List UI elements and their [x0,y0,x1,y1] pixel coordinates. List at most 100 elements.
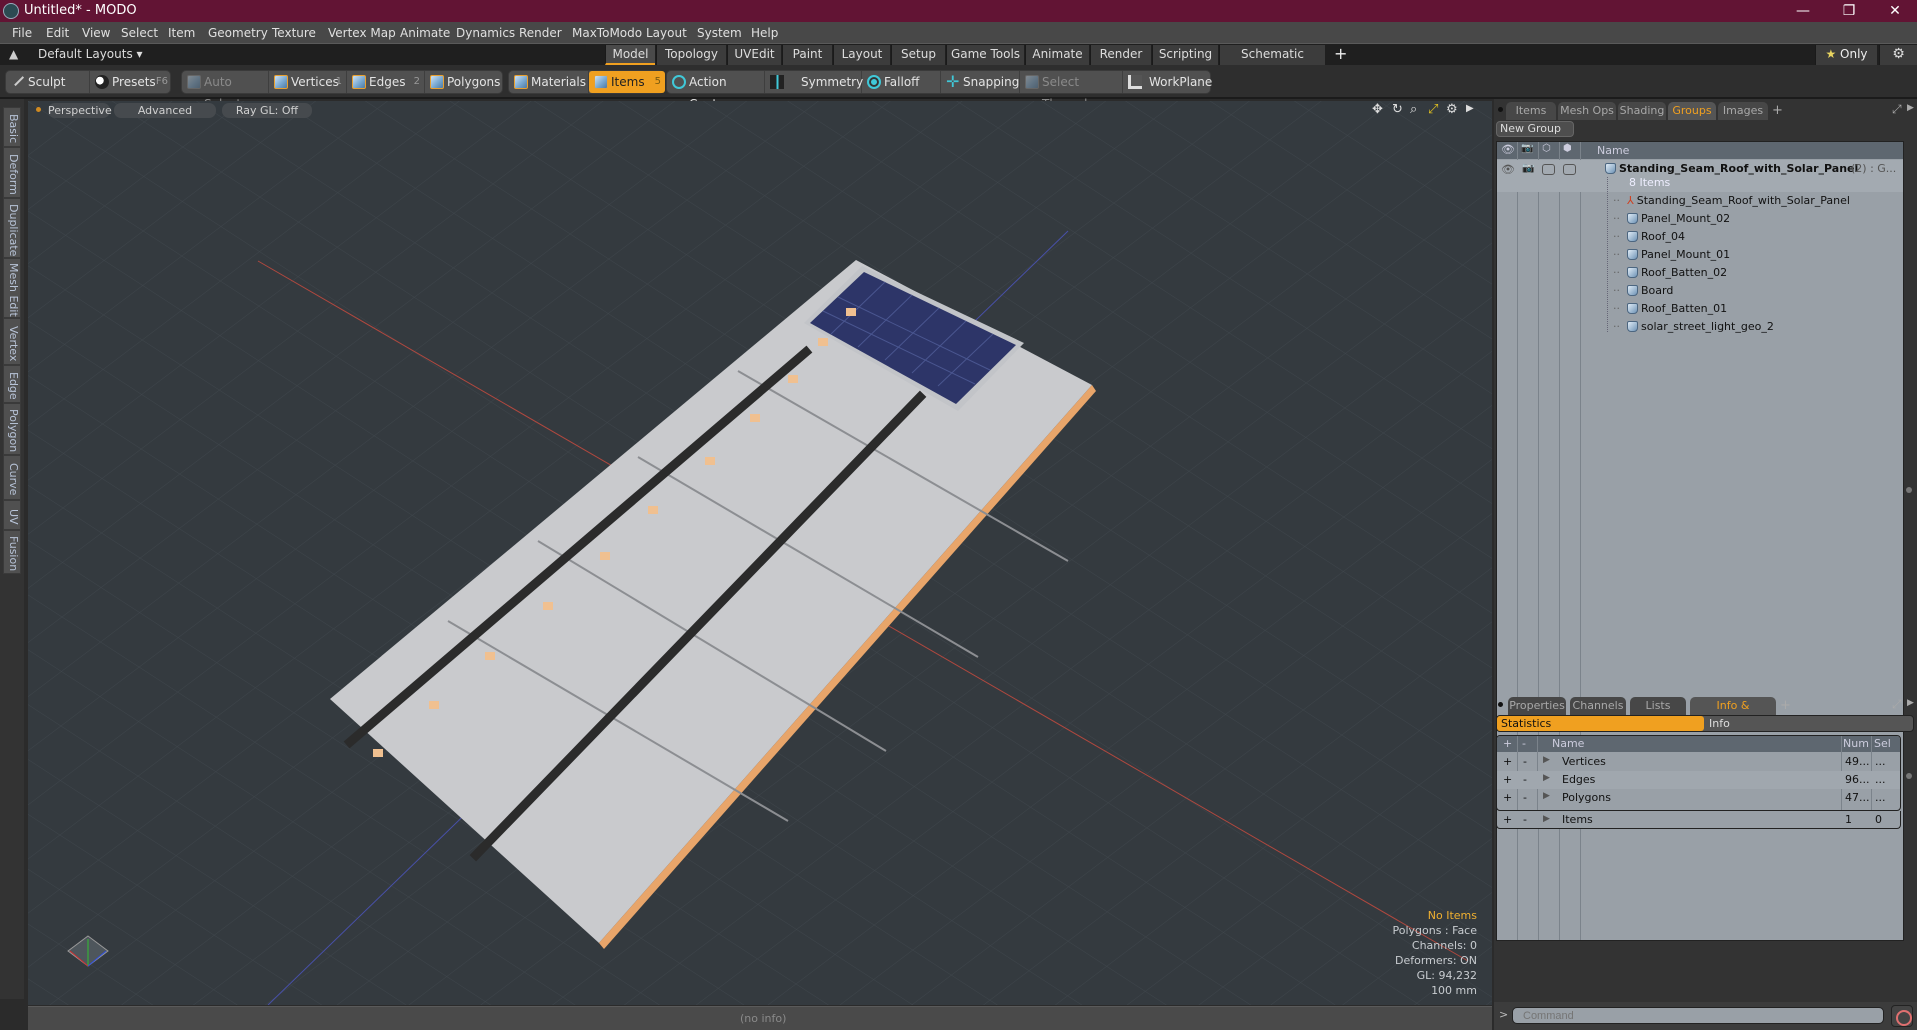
workplane-button[interactable]: WorkPlane [1123,71,1212,93]
menu-view[interactable]: View [82,26,110,40]
menu-select[interactable]: Select [121,26,158,40]
vtab-deform[interactable]: Deform [3,147,21,198]
panel-menu-arrow-icon[interactable]: ▶ [1907,103,1914,113]
render-column-icon[interactable]: 📷 [1521,143,1533,154]
group-item-row[interactable]: ·· Board [1497,282,1903,300]
tab-lists[interactable]: Lists [1630,697,1686,715]
zoom-icon[interactable]: ⌕ [1410,102,1417,117]
vtab-edge[interactable]: Edge [3,365,21,403]
materials-button[interactable]: Materials [509,71,589,93]
menu-dynamics[interactable]: Dynamics [456,26,515,40]
name-column-header[interactable]: Name [1597,144,1629,157]
viewport-menu-arrow-icon[interactable]: ▶ [1466,103,1474,114]
sel-header[interactable]: Sel [1874,737,1891,750]
close-button[interactable]: ✕ [1872,0,1917,22]
vtab-basic[interactable]: Basic [3,107,21,147]
view-mode-button[interactable]: Perspective [48,103,112,118]
vtab-uv[interactable]: UV [3,500,21,530]
expand-all-button[interactable]: + [1503,737,1512,750]
stats-row-edges[interactable]: + - ▶ Edges 96... ... [1497,771,1900,789]
vtab-vertex[interactable]: Vertex [3,318,21,365]
vtab-fusion[interactable]: Fusion [3,530,21,574]
panel-scroll-handle[interactable] [1906,487,1912,493]
vtab-curve[interactable]: Curve [3,455,21,500]
expand-arrow-icon[interactable]: ▶ [1543,773,1550,783]
tab-schematic-fusion[interactable]: Schematic Fusion [1219,45,1325,80]
tab-scripting[interactable]: Scripting [1152,45,1218,65]
new-group-button[interactable]: New Group [1496,121,1574,137]
tab-setup[interactable]: Setup [891,45,945,65]
action-center-button[interactable]: Action Center [667,71,765,111]
menu-layout[interactable]: Layout [646,26,687,40]
select-toggle[interactable] [1563,164,1576,175]
snapping-button[interactable]: ✛ Snapping [941,71,1020,93]
select-column-icon[interactable]: ⬢ [1563,143,1572,154]
info-tab[interactable]: Info [1709,716,1730,731]
tab-uvedit[interactable]: UVEdit [727,45,781,65]
fit-icon[interactable]: ⤢ [1428,102,1438,117]
menu-system[interactable]: System [697,26,742,40]
tab-topology[interactable]: Topology [656,45,726,65]
group-item-row[interactable]: ·· Roof_Batten_01 [1497,300,1903,318]
tab-groups[interactable]: Groups [1668,102,1716,120]
menu-edit[interactable]: Edit [46,26,69,40]
vtab-polygon[interactable]: Polygon [3,403,21,455]
tab-animate[interactable]: Animate [1025,45,1089,65]
stats-row-items[interactable]: + - ▶ Items 1 0 [1496,811,1901,829]
tab-properties[interactable]: Properties [1508,697,1566,715]
sculpt-button[interactable]: Sculpt [6,71,90,93]
collapse-all-button[interactable]: - [1522,737,1526,750]
3d-viewport[interactable] [28,101,1492,1005]
collapse-arrow-icon[interactable]: ▲ [9,47,18,61]
vtab-duplicate[interactable]: Duplicate [3,198,21,258]
group-item-row[interactable]: ·· Panel_Mount_01 [1497,246,1903,264]
select-through-button[interactable]: Select Through [1020,71,1123,111]
vertices-button[interactable]: Vertices 1 [269,71,347,93]
expand-panel-icon[interactable]: ⤢ [1892,102,1902,117]
tab-paint[interactable]: Paint [782,45,832,65]
render-toggle-icon[interactable]: 📷 [1522,163,1534,174]
group-item-row[interactable]: ·· Roof_Batten_02 [1497,264,1903,282]
menu-vertex-map[interactable]: Vertex Map [328,26,396,40]
menu-animate[interactable]: Animate [400,26,450,40]
name-header[interactable]: Name [1552,737,1584,750]
num-header[interactable]: Num [1843,737,1869,750]
group-item-row[interactable]: ·· Panel_Mount_02 [1497,210,1903,228]
tab-model[interactable]: Model [605,45,655,65]
record-macro-button[interactable] [1891,1005,1913,1027]
stats-row-vertices[interactable]: + - ▶ Vertices 49... ... [1497,753,1900,771]
symmetry-button[interactable]: Symmetry [765,71,863,93]
tab-mesh-ops[interactable]: Mesh Ops [1558,102,1616,120]
add-panel-tab-button[interactable]: + [1772,103,1783,118]
group-row[interactable]: 👁 📷 Standing_Seam_Roof_with_Solar_Panel … [1497,160,1903,192]
menu-help[interactable]: Help [751,26,778,40]
visibility-column-icon[interactable]: 👁 [1501,143,1515,156]
tab-channels[interactable]: Channels [1570,697,1626,715]
tab-shading[interactable]: Shading [1618,102,1666,120]
statistics-tab[interactable]: Statistics [1497,716,1704,731]
expand-arrow-icon[interactable]: ▶ [1543,791,1550,801]
shading-mode-button[interactable]: Advanced [114,103,216,118]
viewport-gear-icon[interactable]: ⚙ [1446,102,1458,117]
rotate-icon[interactable]: ↻ [1392,102,1403,117]
menu-maxtomodo[interactable]: MaxToModo [572,26,642,40]
tab-info-statistics[interactable]: Info & Statistics [1690,697,1776,730]
polygons-button[interactable]: Polygons [425,71,504,93]
gear-icon[interactable]: ⚙ [1879,45,1917,65]
lock-column-icon[interactable]: ⬡ [1542,143,1551,154]
menu-texture[interactable]: Texture [272,26,316,40]
presets-button[interactable]: Presets F6 [90,71,172,93]
visibility-toggle-icon[interactable]: 👁 [1501,163,1515,176]
stats-scroll-handle[interactable] [1906,773,1912,779]
expand-arrow-icon[interactable]: ▶ [1543,755,1550,765]
tab-items[interactable]: Items [1506,102,1556,120]
menu-render[interactable]: Render [519,26,562,40]
items-button[interactable]: Items 5 [589,71,665,93]
raygl-button[interactable]: Ray GL: Off [222,103,312,118]
menu-item[interactable]: Item [168,26,195,40]
falloff-button[interactable]: Falloff [862,71,941,93]
bottom-panel-menu-arrow-icon[interactable]: ▶ [1907,698,1914,708]
only-toggle[interactable]: ★ Only [1815,45,1877,65]
add-tab-button[interactable]: + [1334,44,1347,63]
vtab-mesh-edit[interactable]: Mesh Edit [3,258,21,318]
